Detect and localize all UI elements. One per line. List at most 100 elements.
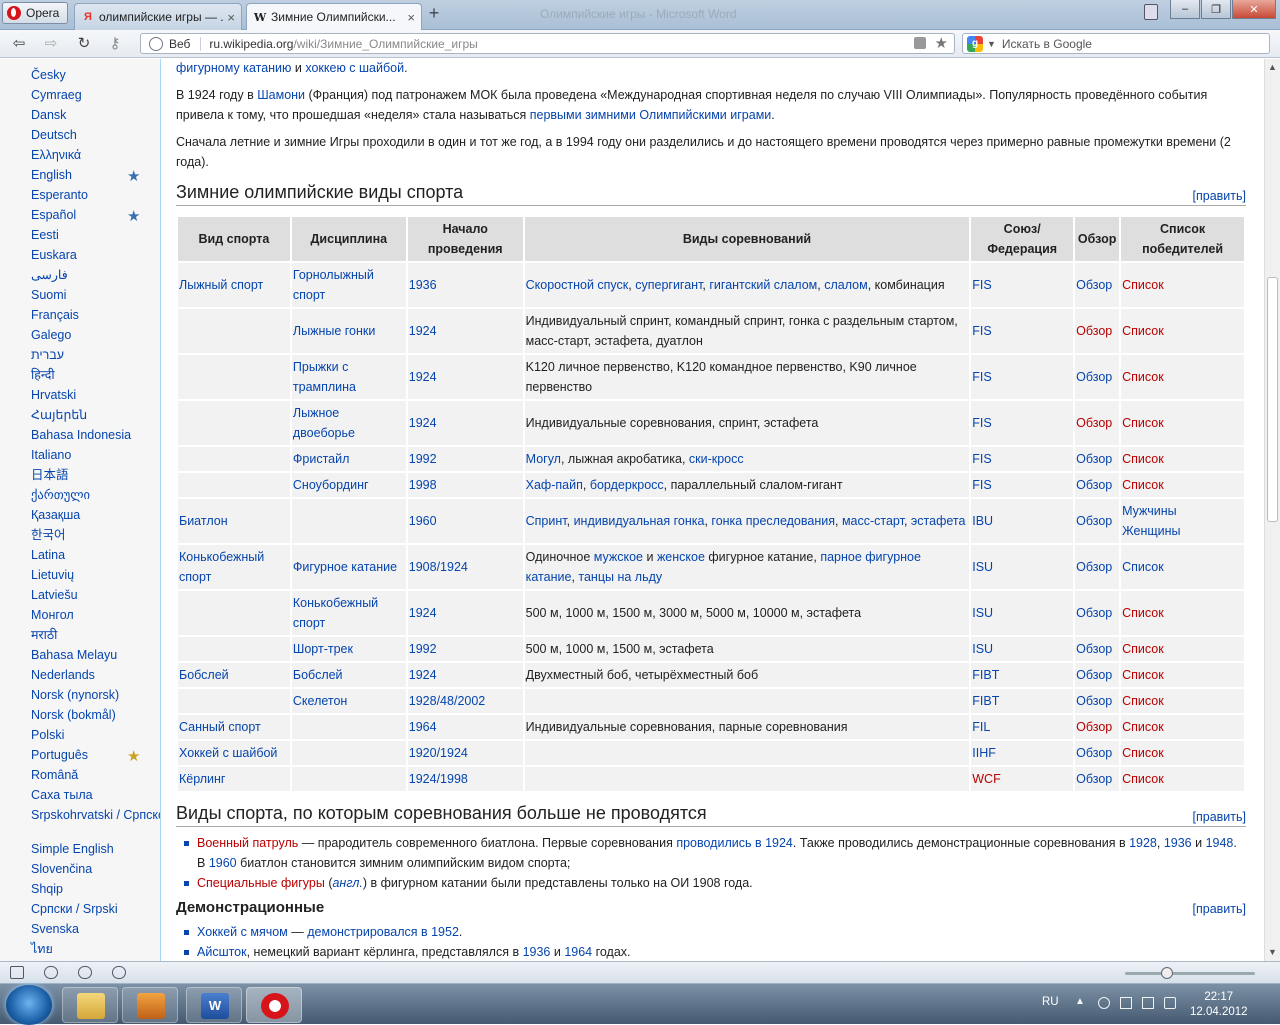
language-link[interactable]: Simple English [31, 839, 160, 859]
language-link[interactable]: Eesti [31, 225, 160, 245]
winners-link[interactable]: Список [1122, 772, 1164, 786]
article-link[interactable]: супергигант [635, 278, 702, 292]
language-label[interactable]: Polski [31, 728, 64, 742]
language-link[interactable]: Galego [31, 325, 160, 345]
start-year-link[interactable]: 1964 [409, 720, 437, 734]
language-link[interactable]: فارسی [31, 265, 160, 285]
discipline-link[interactable]: Бобслей [293, 668, 343, 682]
taskbar-word-button[interactable]: W [186, 987, 242, 1023]
article-link[interactable]: 1936 [523, 945, 551, 959]
discipline-link[interactable]: Сноубординг [293, 478, 369, 492]
article-link[interactable]: эстафета [911, 514, 966, 528]
language-label[interactable]: Ελληνικά [31, 148, 81, 162]
scrollbar-thumb[interactable] [1267, 277, 1278, 522]
federation-link[interactable]: ISU [972, 642, 993, 656]
federation-link[interactable]: IIHF [972, 746, 996, 760]
start-year-link[interactable]: 1908/1924 [409, 560, 468, 574]
language-label[interactable]: Bahasa Indonesia [31, 428, 131, 442]
language-label[interactable]: ไทย [31, 942, 53, 956]
edit-section-link[interactable]: [править] [1193, 810, 1246, 824]
language-label[interactable]: Nederlands [31, 668, 95, 682]
language-label[interactable]: Dansk [31, 108, 66, 122]
language-link[interactable]: Қазақша [31, 505, 160, 525]
language-label[interactable]: Italiano [31, 448, 71, 462]
language-label[interactable]: 日本語 [31, 468, 69, 482]
language-link[interactable]: Nederlands [31, 665, 160, 685]
language-link[interactable]: 日本語 [31, 465, 160, 485]
language-link[interactable]: Suomi [31, 285, 160, 305]
language-label[interactable]: Српски / Srpski [31, 902, 118, 916]
language-link[interactable]: ไทย [31, 939, 160, 959]
language-link[interactable]: Српски / Srpski [31, 899, 160, 919]
start-year-link[interactable]: 1936 [409, 278, 437, 292]
start-year-link[interactable]: 1924 [409, 324, 437, 338]
language-link[interactable]: Монгол [31, 605, 160, 625]
language-link[interactable]: Ελληνικά [31, 145, 160, 165]
edit-section-link[interactable]: [править] [1193, 902, 1246, 916]
winners-link[interactable]: Список [1122, 478, 1164, 492]
language-label[interactable]: Euskara [31, 248, 77, 262]
federation-link[interactable]: FIS [972, 370, 991, 384]
discipline-link[interactable]: Шорт-трек [293, 642, 353, 656]
discipline-link[interactable]: Прыжки с трамплина [293, 360, 356, 394]
article-link[interactable]: Шамони [257, 88, 305, 102]
start-year-link[interactable]: 1924 [409, 416, 437, 430]
language-link[interactable]: Deutsch [31, 125, 160, 145]
article-link[interactable]: бордеркросс [590, 478, 664, 492]
federation-link[interactable]: FIS [972, 452, 991, 466]
winners-link[interactable]: Список [1122, 560, 1164, 574]
start-year-link[interactable]: 1920/1924 [409, 746, 468, 760]
federation-link[interactable]: IBU [972, 514, 993, 528]
address-field[interactable]: Веб ru.wikipedia.org/wiki/Зимние_Олимпий… [140, 33, 955, 54]
rss-feed-icon[interactable] [914, 37, 926, 49]
language-link[interactable]: Esperanto [31, 185, 160, 205]
article-link[interactable]: ски-кросс [689, 452, 744, 466]
language-link[interactable]: Hrvatski [31, 385, 160, 405]
language-link[interactable]: Lietuvių [31, 565, 160, 585]
language-label[interactable]: Հայերեն [31, 408, 87, 422]
article-link[interactable]: Хаф-пайп [526, 478, 583, 492]
language-label[interactable]: Bahasa Melayu [31, 648, 117, 662]
taskbar-opera-button[interactable] [246, 987, 302, 1023]
overview-link[interactable]: Обзор [1076, 642, 1112, 656]
language-label[interactable]: Cymraeg [31, 88, 82, 102]
discipline-link[interactable]: Лыжные гонки [293, 324, 375, 338]
language-label[interactable]: Lietuvių [31, 568, 74, 582]
winners-link[interactable]: Список [1122, 746, 1164, 760]
article-link[interactable]: Скоростной спуск [526, 278, 629, 292]
close-tab-icon[interactable]: × [227, 10, 235, 25]
network-app-icon[interactable] [1098, 997, 1110, 1009]
language-label[interactable]: 한국어 [31, 528, 66, 542]
display-icon[interactable] [1142, 997, 1154, 1009]
share-icon[interactable] [78, 966, 92, 979]
overview-link[interactable]: Обзор [1076, 324, 1112, 338]
discipline-link[interactable]: Фристайл [293, 452, 350, 466]
language-label[interactable]: Česky [31, 68, 66, 82]
language-label[interactable]: Galego [31, 328, 71, 342]
language-label[interactable]: Deutsch [31, 128, 77, 142]
start-year-link[interactable]: 1924 [409, 606, 437, 620]
overview-link[interactable]: Обзор [1076, 772, 1112, 786]
language-label[interactable]: Norsk (nynorsk) [31, 688, 119, 702]
language-link[interactable]: Bahasa Indonesia [31, 425, 160, 445]
language-link[interactable]: Svenska [31, 919, 160, 939]
language-link[interactable]: 한국어 [31, 525, 160, 545]
winners-link[interactable]: Женщины [1122, 524, 1180, 538]
article-link[interactable]: танцы на льду [578, 570, 662, 584]
search-engine-dropdown-icon[interactable]: ▼ [987, 39, 996, 49]
federation-link[interactable]: FIS [972, 416, 991, 430]
overview-link[interactable]: Обзор [1076, 694, 1112, 708]
sport-link[interactable]: Бобслей [179, 668, 229, 682]
start-year-link[interactable]: 1992 [409, 452, 437, 466]
language-link[interactable]: Polski [31, 725, 160, 745]
clock[interactable]: 22:17 12.04.2012 [1190, 990, 1248, 1020]
language-link[interactable]: Norsk (bokmål) [31, 705, 160, 725]
winners-link[interactable]: Список [1122, 694, 1164, 708]
taskbar-explorer-button[interactable] [62, 987, 118, 1023]
article-link[interactable]: 1960 [209, 856, 237, 870]
language-label[interactable]: Norsk (bokmål) [31, 708, 116, 722]
language-label[interactable]: עברית [31, 348, 64, 362]
zoom-slider-handle[interactable] [1161, 967, 1173, 979]
language-link[interactable]: Español ★ [31, 205, 160, 225]
language-label[interactable]: Саха тыла [31, 788, 93, 802]
